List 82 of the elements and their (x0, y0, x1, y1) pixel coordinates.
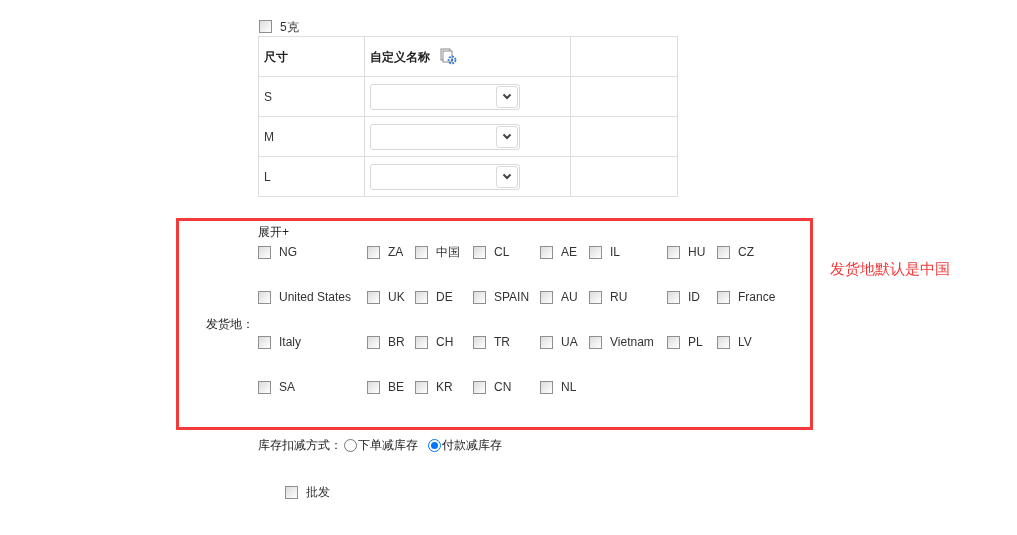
radio-button[interactable] (344, 438, 357, 452)
option-label: LV (738, 336, 752, 349)
option-label: BR (388, 336, 405, 349)
checkbox[interactable] (589, 246, 602, 259)
option-label: UA (561, 336, 578, 349)
checkbox[interactable] (717, 291, 730, 304)
checkbox[interactable] (540, 381, 553, 394)
checkbox[interactable] (415, 381, 428, 394)
option-label: ID (688, 291, 700, 304)
checkbox[interactable] (415, 246, 428, 259)
checkbox[interactable] (717, 246, 730, 259)
checkbox[interactable] (667, 336, 680, 349)
option-label: SPAIN (494, 291, 530, 304)
option-label: CL (494, 246, 510, 259)
option-label: 5克 (280, 18, 299, 36)
chevron-down-icon (496, 165, 518, 188)
option-label: RU (610, 291, 628, 304)
checkbox[interactable] (540, 336, 553, 349)
option-label: CN (494, 381, 512, 394)
option-label: DE (436, 291, 453, 304)
option-label: 付款减库存 (442, 437, 502, 454)
dropdown-field[interactable] (370, 123, 520, 150)
option-label: AU (561, 291, 578, 304)
option-label: IL (610, 246, 620, 259)
field-label: 库存扣减方式： (258, 437, 342, 454)
chevron-down-icon (496, 125, 518, 148)
chevron-down-icon (496, 85, 518, 108)
dropdown-field[interactable] (370, 163, 520, 190)
checkbox[interactable] (667, 291, 680, 304)
option-label: CH (436, 336, 454, 349)
table-header: 尺寸 (258, 36, 365, 77)
checkbox[interactable] (589, 291, 602, 304)
option-label: PL (688, 336, 703, 349)
checkbox[interactable] (473, 291, 486, 304)
settings-icon[interactable] (440, 48, 458, 65)
option-label: 中国 (436, 246, 460, 259)
checkbox[interactable] (589, 336, 602, 349)
option-label: France (738, 291, 776, 304)
option-label: 下单减库存 (358, 437, 418, 454)
table-cell: M (258, 116, 365, 157)
checkbox[interactable] (415, 291, 428, 304)
option-label: NL (561, 381, 577, 394)
checkbox[interactable] (415, 336, 428, 349)
checkbox[interactable] (473, 381, 486, 394)
annotation-note: 发货地默认是中国 (830, 259, 950, 279)
option-label: ZA (388, 246, 404, 259)
table-cell: L (258, 156, 365, 197)
checkbox[interactable] (367, 246, 380, 259)
checkbox[interactable] (258, 336, 271, 349)
checkbox[interactable] (259, 20, 272, 33)
checkbox[interactable] (258, 291, 271, 304)
checkbox[interactable] (473, 336, 486, 349)
checkbox[interactable] (667, 246, 680, 259)
option-label: TR (494, 336, 510, 349)
radio-button[interactable] (428, 438, 441, 452)
table-cell: S (258, 76, 365, 117)
checkbox[interactable] (367, 291, 380, 304)
option-label: UK (388, 291, 405, 304)
checkbox[interactable] (258, 381, 271, 394)
checkbox[interactable] (367, 381, 380, 394)
checkbox[interactable] (473, 246, 486, 259)
option-label: Italy (279, 336, 301, 349)
checkbox[interactable] (540, 291, 553, 304)
checkbox[interactable] (285, 485, 298, 499)
checkbox[interactable] (540, 246, 553, 259)
checkbox[interactable] (717, 336, 730, 349)
option-label: Vietnam (610, 336, 654, 349)
dropdown-field[interactable] (370, 83, 520, 110)
option-label: BE (388, 381, 404, 394)
option-label: United States (279, 291, 352, 304)
option-label: SA (279, 381, 295, 394)
table-header: 自定义名称 (370, 48, 430, 66)
option-label: KR (436, 381, 453, 394)
checkbox[interactable] (367, 336, 380, 349)
field-label: 发货地： (206, 316, 254, 333)
option-label: CZ (738, 246, 754, 259)
checkbox[interactable] (258, 246, 271, 259)
option-label: 批发 (306, 484, 330, 501)
option-label: NG (279, 246, 297, 259)
option-label: AE (561, 246, 577, 259)
option-label: HU (688, 246, 706, 259)
expand-link[interactable]: 展开+ (258, 223, 289, 243)
